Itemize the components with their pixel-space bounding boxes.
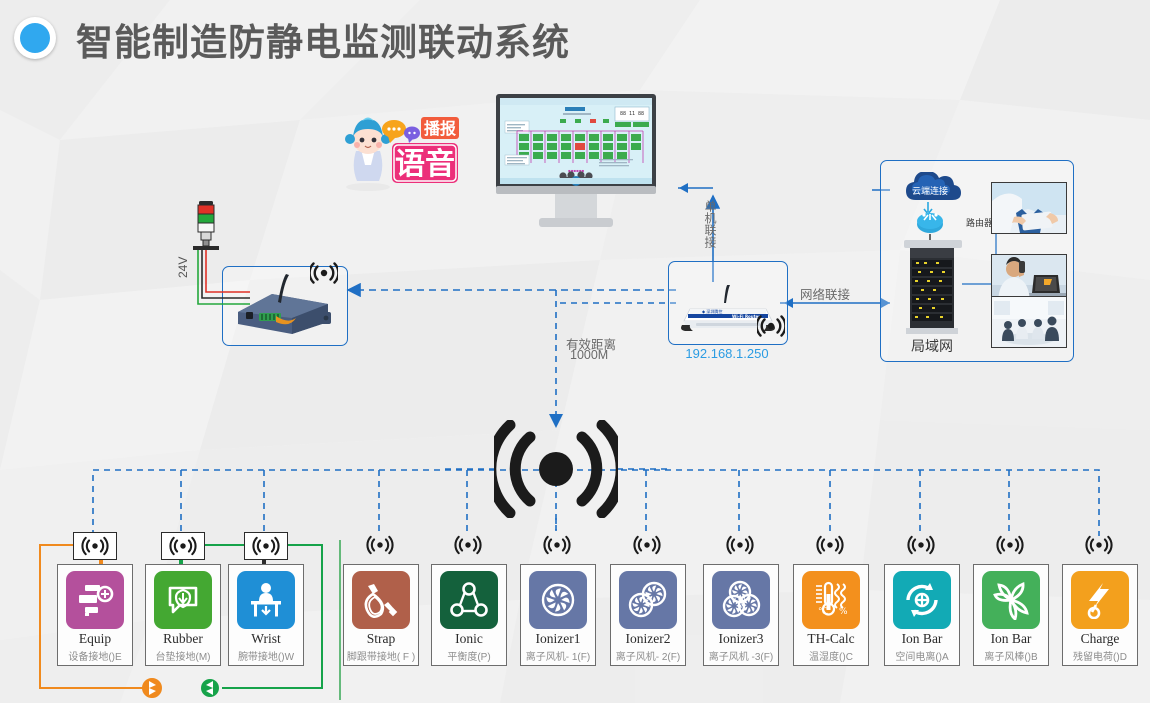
device-name: Equip: [78, 631, 112, 646]
device-card-ionizer2-6[interactable]: Ionizer2 离子风机- 2(F): [610, 564, 686, 666]
device-card-ion-bar-10[interactable]: Ion Bar 离子风棒()B: [973, 564, 1049, 666]
device-subtitle: 台垫接地(M): [155, 652, 211, 663]
device-card-equip-0[interactable]: Equip 设备接地()E: [57, 564, 133, 666]
router-ip-label: 192.168.1.250: [685, 346, 769, 361]
device-name: Ionizer1: [535, 631, 581, 646]
desktop-monitor: 88 11 88 ▪▪▪▪▪▪: [496, 94, 656, 227]
wifi-signal-icon: [310, 262, 338, 284]
device-subtitle: 设备接地()E: [68, 652, 122, 663]
network-link-label: 网络联接: [800, 288, 851, 302]
device-card-th-calc-8[interactable]: ℃ % TH-Calc 温湿度()C: [793, 564, 869, 666]
device-name: Charge: [1080, 631, 1120, 646]
device-subtitle: 脚跟带接地( F ): [346, 652, 416, 663]
device-card-wrist-2[interactable]: Wrist 腕带接地()W: [228, 564, 304, 666]
device-subtitle: 腕带接地()W: [237, 652, 295, 663]
device-subtitle: 离子风机 -3(F): [708, 652, 774, 663]
range-label-line2: 1000M: [570, 348, 609, 362]
residual-charge-icon: [1071, 571, 1129, 629]
ion-bar-icon: [982, 571, 1040, 629]
device-name: Ion Bar: [990, 631, 1032, 646]
orange-ground-plug-icon: [142, 678, 162, 698]
device-subtitle: 空间电离()A: [895, 652, 949, 663]
heel-strap-icon: [352, 571, 410, 629]
device-name: Ionic: [455, 631, 483, 646]
device-subtitle: 平衡度(P): [447, 652, 491, 663]
svg-text:播报: 播报: [424, 119, 456, 138]
device-subtitle: 残留电荷()D: [1073, 652, 1127, 663]
svg-text:℃: ℃: [818, 607, 828, 617]
device-name: Rubber: [163, 631, 203, 646]
ionizer-fan2-icon: [619, 571, 677, 629]
ionizer-fan3-icon: [712, 571, 770, 629]
temp-humidity-icon: ℃ %: [802, 571, 860, 629]
meeting-room-photo: [991, 296, 1067, 348]
blue-circle-icon: [20, 23, 50, 53]
space-ionization-icon: [893, 571, 951, 629]
wifi-signal-icon: [757, 315, 785, 337]
device-name: Ionizer2: [625, 631, 671, 646]
device-card-strap-3[interactable]: Strap 脚跟带接地( F ): [343, 564, 419, 666]
device-name: TH-Calc: [807, 631, 855, 646]
svg-text:%: %: [839, 607, 848, 617]
svg-text:语音: 语音: [395, 147, 455, 182]
lan-label: 局域网: [911, 338, 953, 354]
device-card-rubber-1[interactable]: Rubber 台垫接地(M): [145, 564, 221, 666]
device-card-charge-11[interactable]: Charge 残留电荷()D: [1062, 564, 1138, 666]
device-card-ionizer3-7[interactable]: Ionizer3 离子风机 -3(F): [703, 564, 779, 666]
ion-balance-icon: [440, 571, 498, 629]
device-subtitle: 离子风棒()B: [984, 652, 1038, 663]
serial-link-label: 单机联接: [703, 200, 717, 248]
device-subtitle: 离子风机- 2(F): [615, 652, 681, 663]
page-title: 智能制造防静电监测联动系统: [76, 22, 570, 63]
device-card-ionizer1-5[interactable]: Ionizer1 离子风机- 1(F): [520, 564, 596, 666]
tablet-user-photo: [991, 182, 1067, 234]
svg-text:路由器: 路由器: [966, 217, 993, 229]
device-name: Ionizer3: [718, 631, 764, 646]
svg-text:88 11 88: 88 11 88: [620, 111, 644, 117]
wifi-signal-icon: [539, 534, 575, 556]
wifi-signal-icon: [1081, 534, 1117, 556]
device-name: Wrist: [251, 631, 281, 646]
wifi-signal-icon: [244, 532, 288, 560]
voice-broadcast-mascot: 播报 语音: [345, 117, 459, 191]
svg-text:Wi-Fi Router: Wi-Fi Router: [732, 314, 760, 319]
device-name: Ion Bar: [901, 631, 943, 646]
wifi-signal-icon: [161, 532, 205, 560]
device-subtitle: 离子风机- 1(F): [525, 652, 591, 663]
wifi-signal-icon: [73, 532, 117, 560]
equipment-ground-icon: [66, 571, 124, 629]
device-card-ionic-4[interactable]: Ionic 平衡度(P): [431, 564, 507, 666]
wifi-signal-icon: [362, 534, 398, 556]
svg-text:◆ 深圳腾控: ◆ 深圳腾控: [702, 308, 722, 314]
voltage-label: 24V: [176, 256, 190, 278]
wifi-signal-icon: [992, 534, 1028, 556]
app-logo: [14, 17, 56, 59]
svg-text:云端连接: 云端连接: [912, 185, 948, 197]
wrist-strap-icon: [237, 571, 295, 629]
device-name: Strap: [366, 631, 396, 646]
device-card-ion-bar-9[interactable]: Ion Bar 空间电离()A: [884, 564, 960, 666]
wifi-signal-icon: [812, 534, 848, 556]
ionizer-fan1-icon: [529, 571, 587, 629]
central-wireless-hub: [494, 420, 618, 518]
wifi-signal-icon: [722, 534, 758, 556]
device-subtitle: 温湿度()C: [809, 652, 853, 663]
wifi-signal-icon: [903, 534, 939, 556]
wifi-signal-icon: [450, 534, 486, 556]
mat-ground-icon: [154, 571, 212, 629]
green-ground-plug-icon: [201, 679, 219, 697]
app-header: 智能制造防静电监测联动系统: [0, 0, 1150, 72]
wifi-signal-icon: [629, 534, 665, 556]
